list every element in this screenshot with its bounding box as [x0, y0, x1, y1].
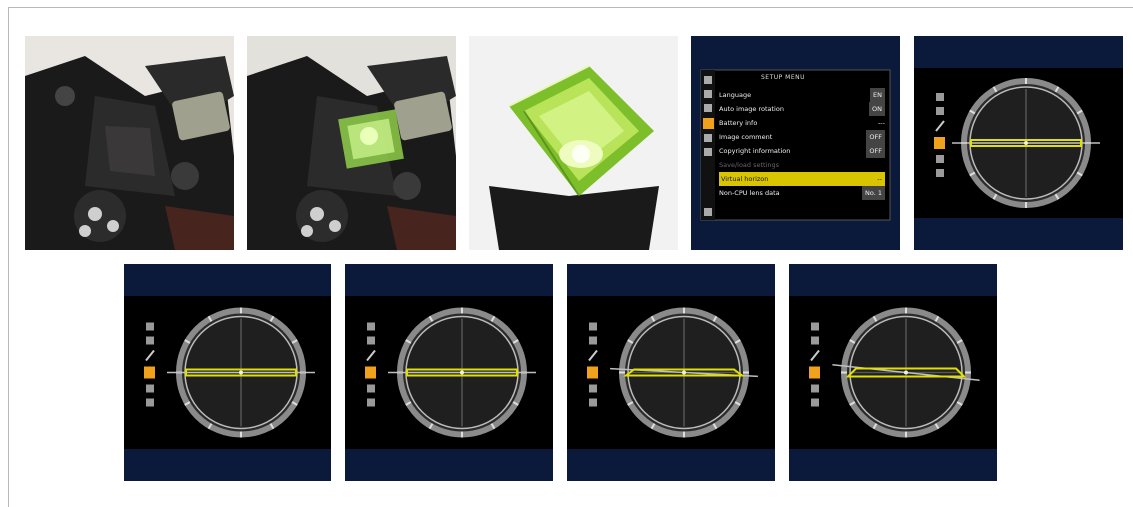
menu-item-label: Non-CPU lens data	[719, 189, 780, 197]
frame-border-top	[8, 7, 1133, 8]
menu-item-label: Virtual horizon	[721, 175, 769, 183]
menu-item-label: Auto image rotation	[719, 105, 784, 113]
menu-item-value: OFF	[866, 130, 885, 144]
bubble-level-image	[469, 36, 678, 250]
menu-item[interactable]: Language EN	[719, 88, 885, 102]
camera-level-image	[247, 36, 456, 250]
virtual-horizon-graphic	[914, 36, 1123, 250]
menu-item-value: --	[877, 175, 882, 183]
menu-item-value: No. 1	[862, 186, 885, 200]
menu-item-value: OFF	[866, 144, 885, 158]
menu-item[interactable]: Save/load settings	[719, 158, 885, 172]
photo-hotshoe-level	[469, 36, 678, 250]
photo-camera-top	[25, 36, 234, 250]
virtual-horizon-graphic	[567, 264, 775, 481]
frame-border-left	[8, 7, 9, 507]
menu-item-label: Language	[719, 91, 752, 99]
virtual-horizon-graphic	[789, 264, 997, 481]
virtual-horizon-graphic	[124, 264, 331, 481]
photo-camera-with-level	[247, 36, 456, 250]
virtual-horizon-screen	[345, 264, 553, 481]
virtual-horizon-screen	[914, 36, 1123, 250]
virtual-horizon-screen	[789, 264, 997, 481]
virtual-horizon-screen	[124, 264, 331, 481]
menu-item-list: Language EN Auto image rotation ON Batte…	[719, 88, 885, 200]
menu-item[interactable]: Image comment OFF	[719, 130, 885, 144]
menu-item[interactable]: Battery info ---	[719, 116, 885, 130]
menu-item[interactable]: Copyright information OFF	[719, 144, 885, 158]
menu-item-label: Battery info	[719, 119, 758, 127]
menu-item[interactable]: Auto image rotation ON	[719, 102, 885, 116]
setup-menu-screen: SETUP MENU Language EN Auto image rotati…	[691, 36, 900, 250]
menu-item-label: Save/load settings	[719, 161, 780, 169]
menu-title: SETUP MENU	[761, 74, 806, 81]
menu-item-label: Copyright information	[719, 147, 791, 155]
menu-item[interactable]: Non-CPU lens data No. 1	[719, 186, 885, 200]
menu-item-value: ON	[869, 102, 885, 116]
menu-item-highlighted[interactable]: Virtual horizon --	[719, 172, 885, 186]
virtual-horizon-graphic	[345, 264, 553, 481]
menu-item-value: ---	[877, 119, 885, 127]
menu-item-value: EN	[870, 88, 885, 102]
camera-top-image	[25, 36, 234, 250]
virtual-horizon-screen	[567, 264, 775, 481]
menu-item-label: Image comment	[719, 133, 773, 141]
